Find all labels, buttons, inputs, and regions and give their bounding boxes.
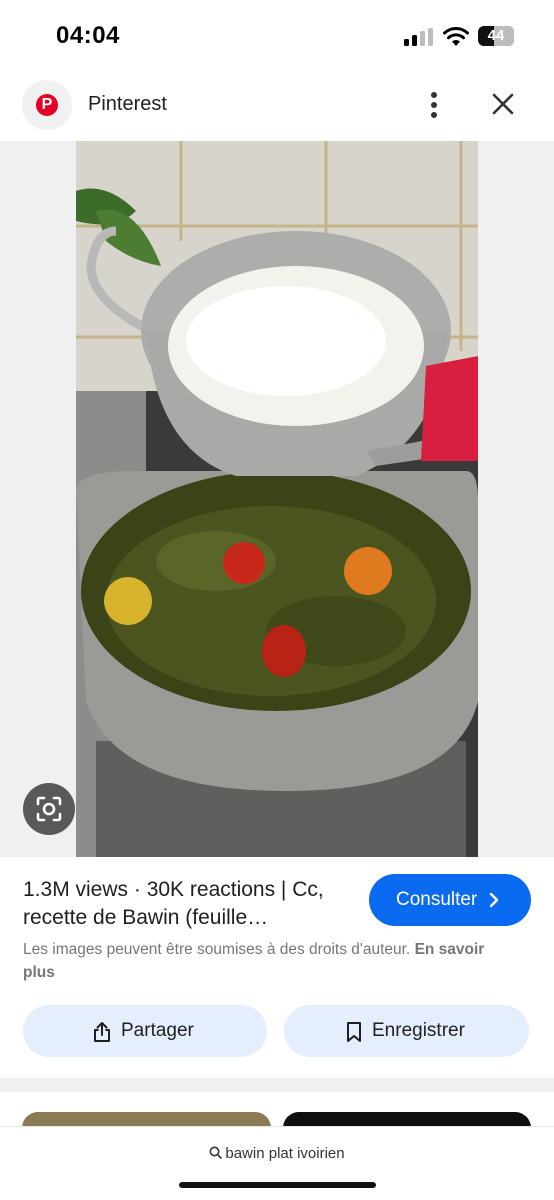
visual-search-lens-icon[interactable] [23,783,75,835]
more-options-button[interactable] [420,88,448,122]
save-label: Enregistrer [372,1020,465,1041]
search-query[interactable]: bawin plat ivoirien [0,1145,554,1162]
bottom-search-bar: bawin plat ivoirien [0,1126,554,1200]
status-bar: 04:04 44 [0,0,554,70]
share-button[interactable]: Partager [23,1005,267,1057]
header: P Pinterest [0,78,554,132]
close-icon[interactable] [488,89,518,119]
chevron-right-icon [489,892,499,908]
consult-label: Consulter [396,889,478,910]
cellular-signal-icon [404,28,434,46]
section-divider [0,1078,554,1092]
pinterest-logo-icon[interactable]: P [22,80,72,130]
pin-image[interactable] [76,141,478,857]
status-time: 04:04 [56,22,120,49]
consult-button[interactable]: Consulter [369,874,531,926]
media-area [0,141,554,857]
wifi-icon [443,27,469,46]
battery-level: 44 [487,27,505,44]
search-icon [209,1146,223,1159]
save-button[interactable]: Enregistrer [284,1005,529,1057]
copyright-text: Les images peuvent être soumises à des d… [23,941,411,958]
bookmark-icon [347,1022,361,1042]
copyright-notice: Les images peuvent être soumises à des d… [23,938,493,984]
search-query-text: bawin plat ivoirien [225,1145,345,1162]
share-label: Partager [121,1020,194,1041]
pin-title[interactable]: 1.3M views · 30K reactions | Cc, recette… [23,876,353,932]
share-icon [94,1022,110,1042]
battery-icon: 44 [478,26,514,46]
home-indicator[interactable] [179,1182,376,1188]
header-title: Pinterest [88,93,167,115]
